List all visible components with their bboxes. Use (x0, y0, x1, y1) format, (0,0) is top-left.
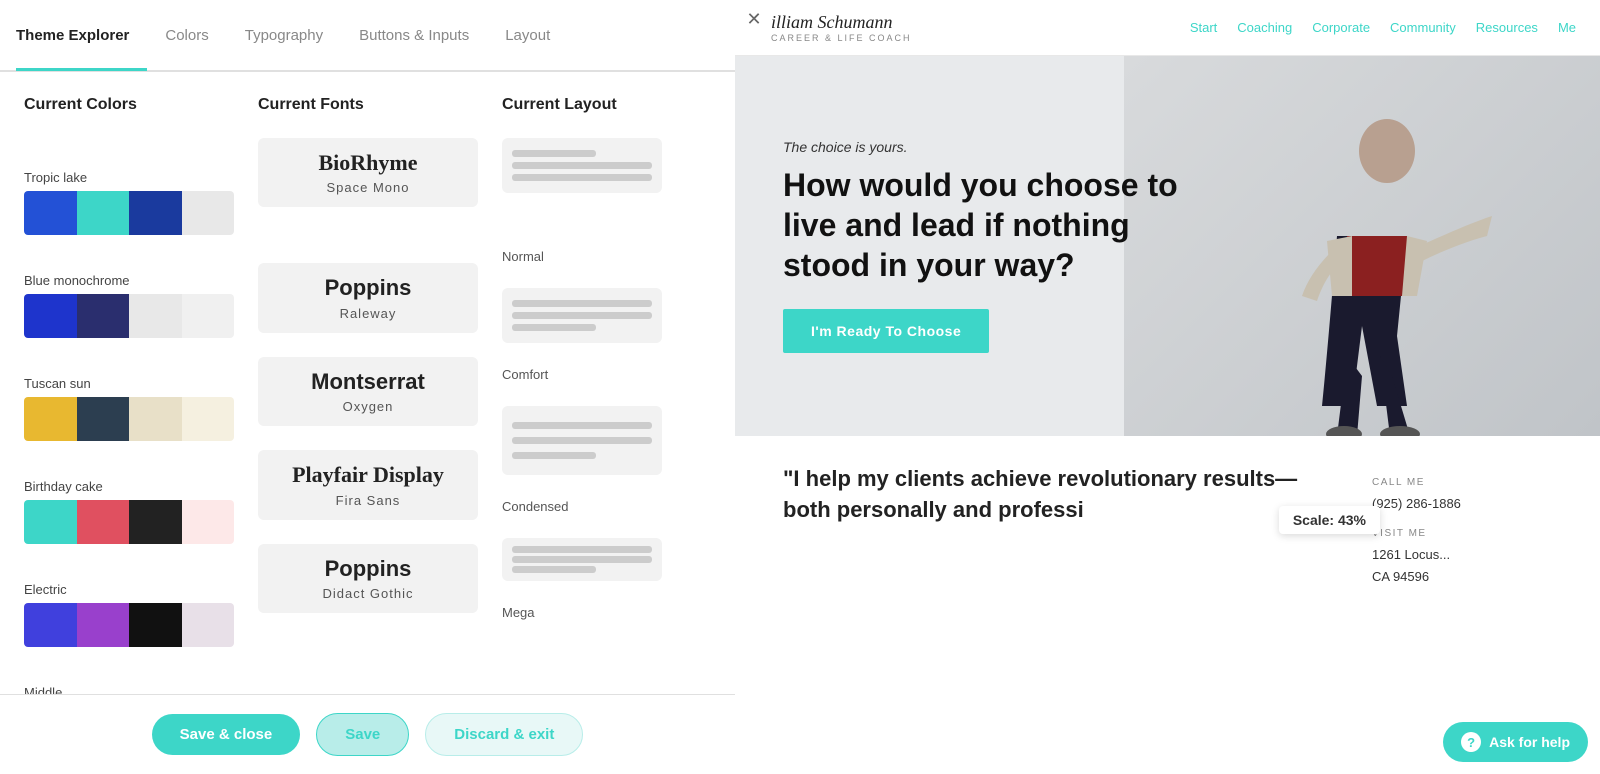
hero-cta-button[interactable]: I'm Ready To Choose (783, 309, 989, 353)
bottom-action-bar: Save & close Save Discard & exit (0, 694, 735, 774)
font-option-poppins-didact[interactable]: Poppins Didact Gothic (258, 544, 478, 613)
tuscan-sun-swatches[interactable] (24, 397, 234, 441)
tab-typography[interactable]: Typography (227, 0, 341, 71)
visit-value: 1261 Locus...CA 94596 (1372, 547, 1450, 584)
color-group-electric: Electric (24, 582, 234, 649)
nav-coaching[interactable]: Coaching (1237, 20, 1292, 35)
blue-mono-swatches[interactable] (24, 294, 234, 338)
ask-help-button[interactable]: ? Ask for help (1443, 722, 1588, 762)
font-primary-montserrat: Montserrat (274, 369, 462, 395)
color-group-tropic-lake: Tropic lake (24, 170, 234, 237)
layout-comfort-label: Comfort (502, 367, 662, 382)
main-content: Current Colors Tropic lake Blue mo (0, 72, 735, 774)
hero-section: The choice is yours. How would you choos… (735, 56, 1600, 436)
current-layout-title: Current Layout (502, 96, 662, 114)
layout-c-line1 (512, 422, 652, 429)
hero-image (1124, 56, 1600, 436)
current-layout-card (502, 138, 662, 193)
layout-co-line1 (512, 546, 652, 553)
hero-text: The choice is yours. How would you choos… (783, 139, 1183, 353)
quote-text: "I help my clients achieve revolutionary… (783, 464, 1332, 746)
color-group-tuscan-sun: Tuscan sun (24, 376, 234, 443)
tab-buttons-inputs[interactable]: Buttons & Inputs (341, 0, 487, 71)
font-primary-poppins: Poppins (274, 275, 462, 301)
discard-exit-button[interactable]: Discard & exit (425, 713, 583, 756)
layout-c-line2 (512, 437, 652, 444)
visit-label: VISIT ME (1372, 525, 1552, 542)
nav-start[interactable]: Start (1190, 20, 1217, 35)
call-label: CALL ME (1372, 474, 1552, 491)
font-option-montserrat-oxygen[interactable]: Montserrat Oxygen (258, 357, 478, 426)
tab-bar: Theme Explorer Colors Typography Buttons… (0, 0, 735, 72)
website-header: illiam Schumann CAREER & LIFE COACH Star… (735, 0, 1600, 56)
layout-c-line3 (512, 452, 596, 459)
layout-comfort-card[interactable] (502, 406, 662, 475)
font-primary-playfair: Playfair Display (274, 462, 462, 488)
birthday-cake-swatches[interactable] (24, 500, 234, 544)
call-value: (925) 286-1886 (1372, 496, 1461, 511)
colors-column: Current Colors Tropic lake Blue mo (24, 96, 234, 674)
tropic-lake-swatches[interactable] (24, 191, 234, 235)
font-secondary-didact: Didact Gothic (274, 586, 462, 601)
layout-n-line1 (512, 300, 652, 307)
font-secondary-raleway: Raleway (274, 306, 462, 321)
ask-help-icon: ? (1461, 732, 1481, 752)
layout-line-3 (512, 174, 652, 181)
ask-help-label: Ask for help (1489, 734, 1570, 750)
tab-layout[interactable]: Layout (487, 0, 568, 71)
save-button[interactable]: Save (316, 713, 409, 756)
layout-normal-label: Normal (502, 249, 662, 264)
layout-co-line3 (512, 566, 596, 573)
tab-colors[interactable]: Colors (147, 0, 226, 71)
hero-subtitle: The choice is yours. (783, 139, 1183, 155)
theme-explorer-panel: Theme Explorer Colors Typography Buttons… (0, 0, 735, 774)
font-secondary-oxygen: Oxygen (274, 399, 462, 414)
nav-corporate[interactable]: Corporate (1312, 20, 1370, 35)
layout-co-line2 (512, 556, 652, 563)
current-font-primary: BioRhyme (274, 150, 462, 176)
font-primary-poppins2: Poppins (274, 556, 462, 582)
tab-theme-explorer[interactable]: Theme Explorer (16, 0, 147, 71)
hero-title: How would you choose to live and lead if… (783, 165, 1183, 285)
font-secondary-fira: Fira Sans (274, 493, 462, 508)
save-close-button[interactable]: Save & close (152, 714, 301, 755)
scale-badge: Scale: 43% (1279, 506, 1380, 534)
contact-box: CALL ME (925) 286-1886 VISIT ME 1261 Loc… (1372, 464, 1552, 746)
layout-n-line3 (512, 324, 596, 331)
site-logo: illiam Schumann CAREER & LIFE COACH (771, 12, 912, 43)
color-group-blue-monochrome: Blue monochrome (24, 273, 234, 340)
layout-normal-card[interactable] (502, 288, 662, 343)
close-preview-button[interactable]: ✕ (743, 8, 765, 30)
color-group-birthday-cake: Birthday cake (24, 479, 234, 546)
current-font-card: BioRhyme Space Mono (258, 138, 478, 207)
layout-line-2 (512, 162, 652, 169)
current-font-secondary: Space Mono (274, 180, 462, 195)
current-colors-title: Current Colors (24, 96, 234, 114)
nav-me[interactable]: Me (1558, 20, 1576, 35)
font-option-playfair-fira[interactable]: Playfair Display Fira Sans (258, 450, 478, 519)
layout-condensed-label: Condensed (502, 499, 662, 514)
font-option-poppins-raleway[interactable]: Poppins Raleway (258, 263, 478, 332)
hero-person-figure (1232, 96, 1492, 436)
layout-condensed-card[interactable] (502, 538, 662, 581)
layout-n-line2 (512, 312, 652, 319)
logo-tagline: CAREER & LIFE COACH (771, 33, 912, 43)
current-fonts-title: Current Fonts (258, 96, 478, 114)
layout-line-1 (512, 150, 596, 157)
layout-column: Current Layout Normal Comfort (502, 96, 662, 674)
electric-swatches[interactable] (24, 603, 234, 647)
site-nav: Start Coaching Corporate Community Resou… (1190, 20, 1576, 35)
layout-mega-label: Mega (502, 605, 662, 620)
website-preview-panel: ✕ illiam Schumann CAREER & LIFE COACH St… (735, 0, 1600, 774)
fonts-column: Current Fonts BioRhyme Space Mono Poppin… (258, 96, 478, 674)
logo-name: illiam Schumann (771, 12, 893, 32)
nav-resources[interactable]: Resources (1476, 20, 1538, 35)
nav-community[interactable]: Community (1390, 20, 1456, 35)
